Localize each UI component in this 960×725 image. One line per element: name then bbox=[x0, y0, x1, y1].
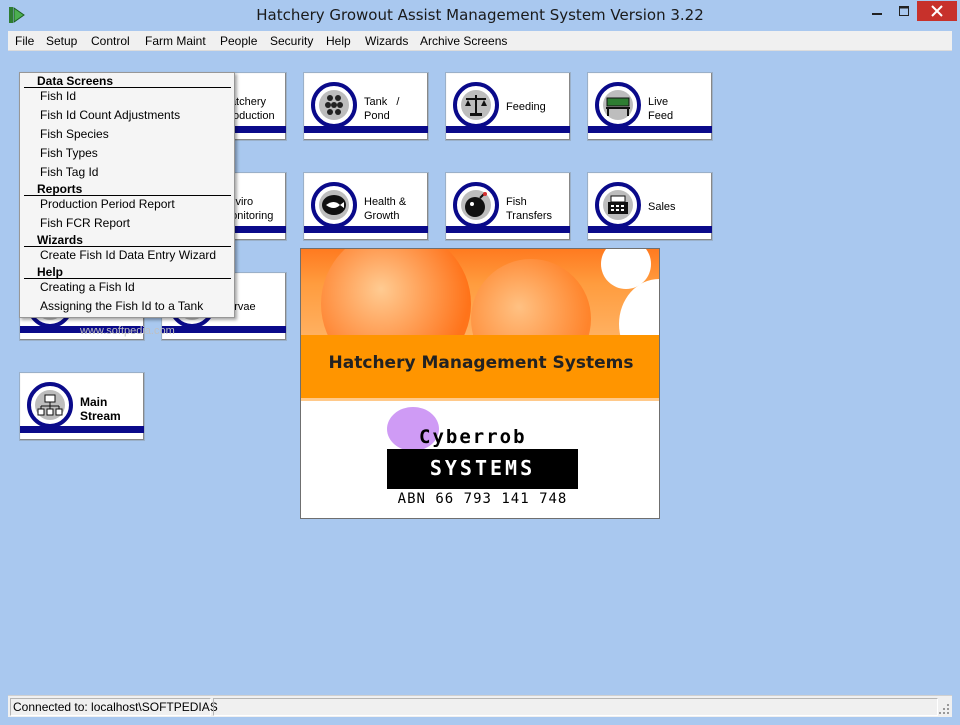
live-feed-tile[interactable]: Live Feed bbox=[587, 72, 713, 141]
menu-item-fish-species[interactable]: Fish Species bbox=[40, 127, 109, 141]
maximize-icon bbox=[899, 6, 909, 16]
menu-header-reports: Reports bbox=[37, 182, 83, 196]
resize-grip-icon[interactable] bbox=[938, 703, 950, 715]
menu-control[interactable]: Control bbox=[91, 31, 130, 51]
feeding-tile[interactable]: Feeding bbox=[445, 72, 571, 141]
bomb-icon bbox=[453, 182, 499, 228]
menu-separator bbox=[24, 278, 231, 279]
health-growth-tile[interactable]: Health & Growth bbox=[303, 172, 429, 241]
menu-bar: File Setup Control Farm Maint People Sec… bbox=[8, 31, 952, 51]
tile-label: Main Stream bbox=[80, 395, 121, 423]
tank-pond-tile[interactable]: Tank / Pond bbox=[303, 72, 429, 141]
menu-separator bbox=[24, 246, 231, 247]
minimize-button[interactable] bbox=[863, 1, 891, 21]
fish-transfers-tile[interactable]: Fish Transfers bbox=[445, 172, 571, 241]
abn-number: ABN 66 793 141 748 bbox=[397, 491, 568, 507]
menu-item-fish-fcr-report[interactable]: Fish FCR Report bbox=[40, 216, 130, 230]
menu-header-help: Help bbox=[37, 265, 64, 279]
menu-header-data-screens: Data Screens bbox=[37, 74, 114, 88]
tile-label: Health & Growth bbox=[364, 196, 407, 222]
tile-label: Feeding bbox=[506, 101, 546, 113]
splash-panel: Hatchery Management Systems Cyberrob SYS… bbox=[300, 248, 660, 519]
menu-item-fish-id-count-adjustments[interactable]: Fish Id Count Adjustments bbox=[40, 108, 180, 122]
cash-register-icon bbox=[595, 182, 641, 228]
maximize-button[interactable] bbox=[890, 1, 918, 21]
fish-icon bbox=[311, 182, 357, 228]
menu-people[interactable]: People bbox=[220, 31, 257, 51]
title-bar[interactable]: Hatchery Growout Assist Management Syste… bbox=[0, 0, 960, 31]
watermark: www.softpedia.com bbox=[80, 325, 175, 337]
status-panel-empty bbox=[213, 698, 938, 716]
scales-icon bbox=[453, 82, 499, 128]
menu-header-wizards: Wizards bbox=[37, 233, 83, 247]
menu-farm-maint[interactable]: Farm Maint bbox=[145, 31, 206, 51]
menu-item-create-fish-id-wizard[interactable]: Create Fish Id Data Entry Wizard bbox=[40, 248, 216, 262]
menu-wizards[interactable]: Wizards bbox=[365, 31, 408, 51]
tile-label: Live Feed bbox=[648, 96, 674, 122]
close-icon bbox=[931, 5, 943, 17]
sales-tile[interactable]: Sales bbox=[587, 172, 713, 241]
menu-security[interactable]: Security bbox=[270, 31, 313, 51]
menu-item-fish-id[interactable]: Fish Id bbox=[40, 89, 76, 103]
tile-label: Tank / Pond bbox=[364, 96, 400, 122]
window-title: Hatchery Growout Assist Management Syste… bbox=[256, 6, 704, 24]
menu-file[interactable]: File bbox=[15, 31, 34, 51]
tile-label: Sales bbox=[648, 201, 676, 213]
menu-item-fish-types[interactable]: Fish Types bbox=[40, 146, 98, 160]
splash-banner bbox=[301, 249, 659, 335]
menu-separator bbox=[24, 87, 231, 88]
tile-label: Fish Transfers bbox=[506, 196, 553, 222]
live-feed-icon bbox=[595, 82, 641, 128]
minimize-icon bbox=[872, 13, 882, 15]
tile-context-menu: Data Screens Fish Id Fish Id Count Adjus… bbox=[19, 72, 235, 318]
splash-title: Hatchery Management Systems bbox=[328, 353, 634, 373]
main-stream-tile[interactable]: Main Stream bbox=[19, 372, 145, 441]
menu-help[interactable]: Help bbox=[326, 31, 351, 51]
menu-item-production-period-report[interactable]: Production Period Report bbox=[40, 197, 175, 211]
logo-cyberrob: Cyberrob bbox=[419, 426, 527, 448]
menu-setup[interactable]: Setup bbox=[46, 31, 77, 51]
org-chart-icon bbox=[27, 382, 73, 428]
menu-item-assigning-fish-id-to-tank[interactable]: Assigning the Fish Id to a Tank bbox=[40, 299, 203, 313]
menu-item-creating-a-fish-id[interactable]: Creating a Fish Id bbox=[40, 280, 135, 294]
menu-archive-screens[interactable]: Archive Screens bbox=[420, 31, 507, 51]
menu-separator bbox=[24, 195, 231, 196]
tank-pond-icon bbox=[311, 82, 357, 128]
logo-systems: SYSTEMS bbox=[429, 456, 536, 480]
connection-status: Connected to: localhost\SOFTPEDIAS bbox=[10, 698, 218, 716]
menu-item-fish-tag-id[interactable]: Fish Tag Id bbox=[40, 165, 98, 179]
close-button[interactable] bbox=[917, 1, 957, 21]
status-bar: Connected to: localhost\SOFTPEDIAS bbox=[8, 695, 952, 717]
